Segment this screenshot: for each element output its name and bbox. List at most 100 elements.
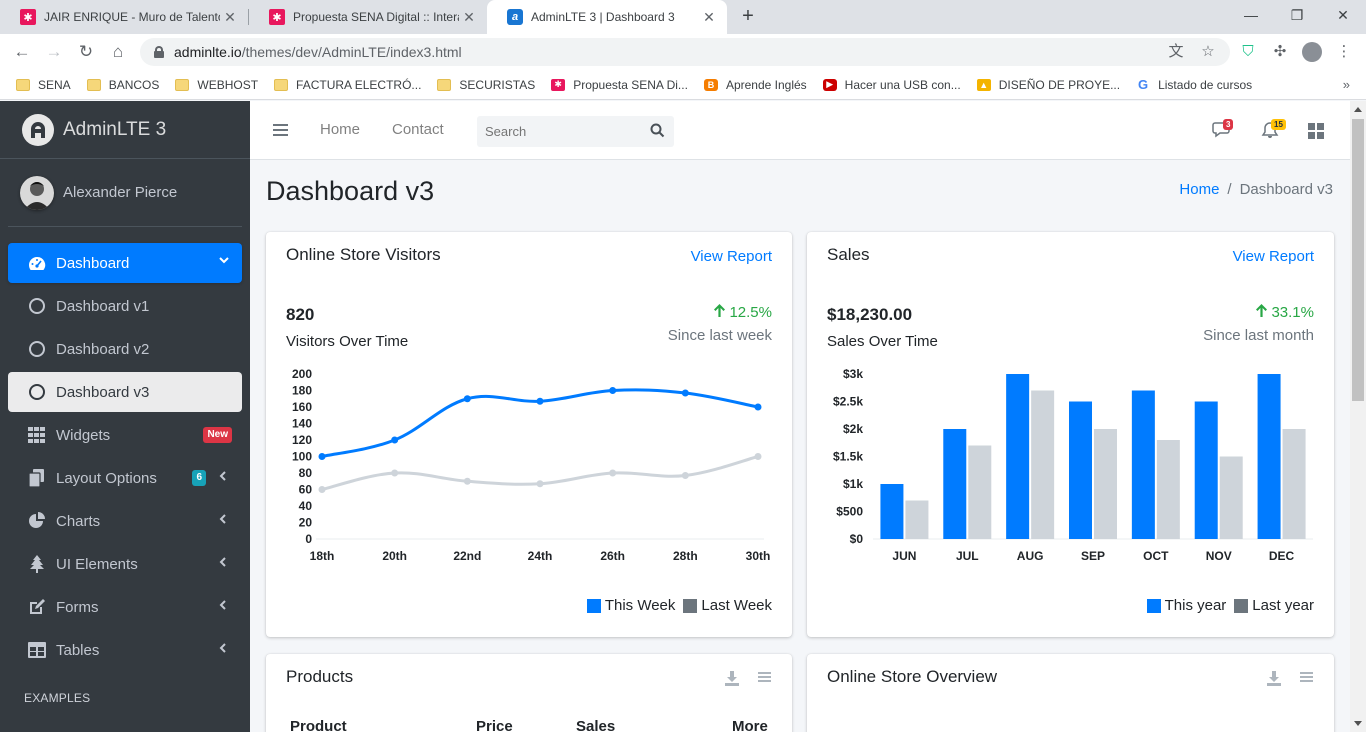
overview-card: Online Store Overview xyxy=(807,654,1334,732)
hamburger-menu-icon[interactable] xyxy=(273,122,295,142)
y-tick-label: 140 xyxy=(292,417,312,431)
nav-contact-link[interactable]: Contact xyxy=(392,121,444,138)
sidebar-item-label: Tables xyxy=(56,641,100,659)
data-point xyxy=(754,453,762,460)
reload-icon[interactable]: ↻ xyxy=(74,40,98,64)
bookmark-label: SECURISTAS xyxy=(459,77,536,92)
bell-icon[interactable]: 15 xyxy=(1261,119,1286,141)
star-icon[interactable]: ☆ xyxy=(1196,40,1220,64)
lock-icon xyxy=(154,46,164,58)
bookmark-item[interactable]: B Aprende Inglés xyxy=(703,78,807,92)
back-icon[interactable]: ← xyxy=(10,40,34,64)
sidebar-item-dashboard-v2[interactable]: Dashboard v2 xyxy=(8,329,242,369)
extensions-puzzle-icon[interactable]: ✣ xyxy=(1268,40,1292,64)
chevron-down-icon xyxy=(218,254,230,269)
y-tick-label: $1k xyxy=(843,477,863,491)
download-icon[interactable] xyxy=(724,670,740,686)
sidebar-item-label: Forms xyxy=(56,598,99,616)
view-report-link[interactable]: View Report xyxy=(1233,248,1314,265)
url-host: adminlte.io xyxy=(174,44,242,60)
control-sidebar-th-icon[interactable] xyxy=(1308,123,1330,143)
bookmark-item[interactable]: BANCOS xyxy=(86,78,159,92)
legend-label: Last year xyxy=(1252,597,1314,614)
bookmark-item[interactable]: G Listado de cursos xyxy=(1136,77,1252,92)
menu-kebab-icon[interactable]: ⋮ xyxy=(1332,40,1356,64)
sidebar-item-forms[interactable]: Forms xyxy=(8,587,242,627)
close-icon[interactable]: ✕ xyxy=(459,9,479,26)
data-point xyxy=(463,477,471,485)
sidebar-item-ui-elements[interactable]: UI Elements xyxy=(8,544,242,584)
y-tick-label: 80 xyxy=(299,466,313,480)
sidebar-item-dashboard[interactable]: Dashboard xyxy=(8,243,242,283)
bookmark-item[interactable]: ▲ DISEÑO DE PROYE... xyxy=(976,78,1120,92)
view-report-link[interactable]: View Report xyxy=(691,248,772,265)
navbar-search xyxy=(477,116,674,147)
sales-bar-chart: $0 $500 $1k $1.5k $2k $2.5k $3k JUN JUL AUG SEP OCT… xyxy=(833,367,1313,563)
data-point xyxy=(536,480,544,488)
search-icon[interactable] xyxy=(650,123,666,139)
browser-tab[interactable]: ✱ JAIR ENRIQUE - Muro de Talentos ✕ xyxy=(0,0,248,34)
new-tab-icon[interactable]: + xyxy=(737,5,759,27)
folder-icon xyxy=(86,78,101,91)
bookmark-item[interactable]: WEBHOST xyxy=(175,78,258,92)
x-tick-label: 20th xyxy=(382,549,407,563)
sidebar-item-dashboard-v1[interactable]: Dashboard v1 xyxy=(8,286,242,326)
bookmark-item[interactable]: ✱ Propuesta SENA Di... xyxy=(551,78,688,92)
menu-bars-icon[interactable] xyxy=(758,670,774,686)
download-icon[interactable] xyxy=(1266,670,1282,686)
close-icon[interactable]: ✕ xyxy=(699,9,719,26)
bookmark-item[interactable]: ▶ Hacer una USB con... xyxy=(822,78,961,92)
brand-link[interactable]: AdminLTE 3 xyxy=(0,101,250,159)
x-tick-label: 22nd xyxy=(453,549,481,563)
address-bar[interactable]: adminlte.io/themes/dev/AdminLTE/index3.h… xyxy=(140,38,1230,66)
breadcrumb-home-link[interactable]: Home xyxy=(1179,181,1219,198)
messages-comments-icon[interactable]: 3 xyxy=(1212,119,1234,141)
scroll-up-icon[interactable] xyxy=(1354,107,1362,112)
browser-tab-active[interactable]: a AdminLTE 3 | Dashboard 3 ✕ xyxy=(487,0,727,34)
legend-label: Last Week xyxy=(701,597,772,614)
translate-icon[interactable]: 文 xyxy=(1164,40,1188,64)
x-tick-label: JUN xyxy=(892,549,916,563)
close-icon[interactable]: ✕ xyxy=(220,9,240,26)
sidebar-item-dashboard-v3[interactable]: Dashboard v3 xyxy=(8,372,242,412)
profile-avatar-icon[interactable] xyxy=(1300,40,1324,64)
home-icon[interactable]: ⌂ xyxy=(106,40,130,64)
arrow-up-icon xyxy=(713,303,726,321)
bookmark-item[interactable]: FACTURA ELECTRÓ... xyxy=(274,78,421,92)
edit-icon xyxy=(28,598,46,616)
scroll-down-icon[interactable] xyxy=(1354,721,1362,726)
bookmarks-overflow-icon[interactable]: » xyxy=(1343,77,1350,92)
browser-toolbar: ← → ↻ ⌂ adminlte.io/themes/dev/AdminLTE/… xyxy=(0,34,1366,70)
browser-tab[interactable]: ✱ Propuesta SENA Digital :: Interacción … xyxy=(249,0,487,34)
arrow-up-icon xyxy=(1255,303,1268,321)
data-point xyxy=(681,471,689,479)
bookmark-item[interactable]: SECURISTAS xyxy=(437,78,535,92)
bookmarks-bar: SENA BANCOS WEBHOST FACTURA ELECTRÓ... S… xyxy=(0,70,1366,100)
sidebar-item-tables[interactable]: Tables xyxy=(8,630,242,670)
y-tick-label: $500 xyxy=(836,505,863,519)
x-tick-label: OCT xyxy=(1143,549,1169,563)
sidebar-item-label: Layout Options xyxy=(56,469,157,487)
card-title: Sales xyxy=(827,245,870,264)
circle-icon xyxy=(28,383,46,401)
extension-shield-icon[interactable]: ⛉ xyxy=(1236,40,1260,64)
nav-home-link[interactable]: Home xyxy=(320,121,360,138)
forward-icon[interactable]: → xyxy=(42,40,66,64)
bookmark-item[interactable]: SENA xyxy=(16,78,71,92)
scrollbar-thumb[interactable] xyxy=(1352,119,1364,401)
minimize-icon[interactable]: — xyxy=(1228,0,1274,30)
sidebar-item-label: Dashboard v2 xyxy=(56,340,150,358)
sidebar-item-charts[interactable]: Charts xyxy=(8,501,242,541)
tab-title: AdminLTE 3 | Dashboard 3 xyxy=(531,10,675,24)
menu-bars-icon[interactable] xyxy=(1300,670,1316,686)
visitors-card: Online Store Visitors View Report 820 Vi… xyxy=(266,232,792,637)
maximize-icon[interactable]: ❐ xyxy=(1274,0,1320,30)
search-input[interactable] xyxy=(485,124,635,139)
user-panel[interactable]: Alexander Pierce xyxy=(8,159,242,227)
y-tick-label: $3k xyxy=(843,367,863,381)
sidebar-item-widgets[interactable]: Widgets New xyxy=(8,415,242,455)
window-close-icon[interactable]: ✕ xyxy=(1320,0,1366,30)
sidebar-item-layout-options[interactable]: Layout Options 6 xyxy=(8,458,242,498)
page-scrollbar[interactable] xyxy=(1350,101,1366,732)
bar-this-year xyxy=(880,484,904,539)
